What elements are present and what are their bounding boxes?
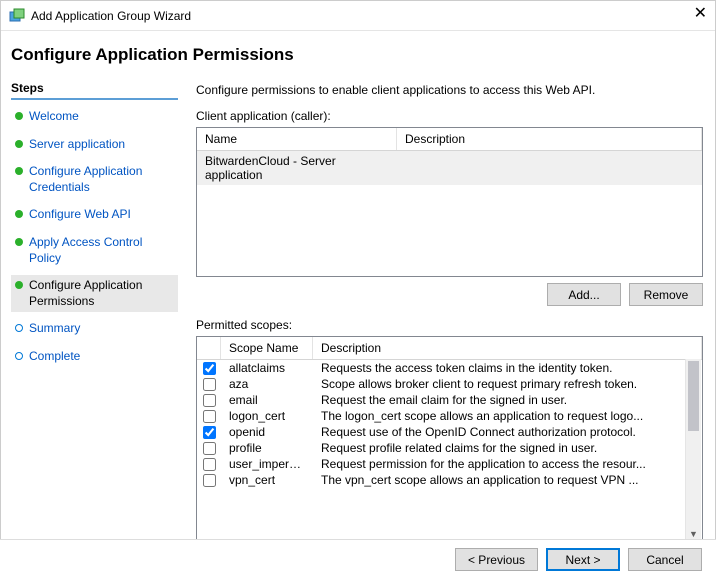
scope-row-checkbox-cell: [197, 457, 221, 472]
scope-name: openid: [221, 424, 313, 440]
scope-name: aza: [221, 376, 313, 392]
scope-description: Request permission for the application t…: [313, 456, 702, 472]
step-server-application[interactable]: Server application: [11, 134, 178, 156]
scope-checkbox[interactable]: [203, 474, 216, 487]
close-icon[interactable]: ✕: [694, 6, 707, 22]
steps-sidebar: Steps Welcome Server application Configure…: [1, 73, 186, 578]
client-header-name[interactable]: Name: [197, 128, 397, 150]
scope-description: The logon_cert scope allows an applicati…: [313, 408, 702, 424]
client-row-name: BitwardenCloud - Server application: [197, 151, 397, 185]
scope-name: logon_cert: [221, 408, 313, 424]
step-bullet-icon: [15, 140, 23, 148]
step-bullet-icon: [15, 238, 23, 246]
scope-checkbox[interactable]: [203, 442, 216, 455]
scope-row[interactable]: vpn_certThe vpn_cert scope allows an app…: [197, 472, 702, 488]
scope-row[interactable]: logon_certThe logon_cert scope allows an…: [197, 408, 702, 424]
step-summary[interactable]: Summary: [11, 318, 178, 340]
instruction-text: Configure permissions to enable client a…: [196, 83, 703, 97]
scope-header-check: [197, 337, 221, 359]
scope-list-header: Scope Name Description: [197, 337, 702, 360]
scope-row-checkbox-cell: [197, 393, 221, 408]
scope-row[interactable]: azaScope allows broker client to request…: [197, 376, 702, 392]
scope-name: user_imperso...: [221, 456, 313, 472]
step-bullet-icon: [15, 352, 23, 360]
scope-row-checkbox-cell: [197, 377, 221, 392]
scope-header-name[interactable]: Scope Name: [221, 337, 313, 359]
scope-row-checkbox-cell: [197, 473, 221, 488]
client-list-header: Name Description: [197, 128, 702, 151]
scope-checkbox[interactable]: [203, 426, 216, 439]
previous-button[interactable]: < Previous: [455, 548, 538, 571]
scope-row[interactable]: allatclaimsRequests the access token cla…: [197, 360, 702, 376]
scope-scrollbar[interactable]: ▲ ▼: [685, 359, 701, 539]
scroll-thumb[interactable]: [688, 361, 699, 431]
scope-description: Requests the access token claims in the …: [313, 360, 702, 376]
scope-row[interactable]: profileRequest profile related claims fo…: [197, 440, 702, 456]
scope-row[interactable]: user_imperso...Request permission for th…: [197, 456, 702, 472]
scroll-down-icon[interactable]: ▼: [689, 529, 698, 539]
scope-description: Request the email claim for the signed i…: [313, 392, 702, 408]
step-bullet-icon: [15, 324, 23, 332]
scope-checkbox[interactable]: [203, 410, 216, 423]
wizard-icon: [9, 8, 25, 24]
scope-row-checkbox-cell: [197, 361, 221, 376]
next-button[interactable]: Next >: [546, 548, 620, 571]
step-label: Welcome: [29, 109, 79, 125]
permitted-scopes-label: Permitted scopes:: [196, 318, 703, 332]
step-configure-application-permissions[interactable]: Configure Application Permissions: [11, 275, 178, 312]
step-label: Configure Application Credentials: [29, 164, 174, 195]
wizard-footer: < Previous Next > Cancel: [0, 539, 716, 581]
step-label: Configure Application Permissions: [29, 278, 174, 309]
scope-name: email: [221, 392, 313, 408]
scope-checkbox[interactable]: [203, 394, 216, 407]
scope-name: allatclaims: [221, 360, 313, 376]
client-application-list[interactable]: Name Description BitwardenCloud - Server…: [196, 127, 703, 277]
scope-description: The vpn_cert scope allows an application…: [313, 472, 702, 488]
step-bullet-icon: [15, 112, 23, 120]
scope-description: Request use of the OpenID Connect author…: [313, 424, 702, 440]
step-complete[interactable]: Complete: [11, 346, 178, 368]
scope-description: Request profile related claims for the s…: [313, 440, 702, 456]
remove-button[interactable]: Remove: [629, 283, 703, 306]
page-title: Configure Application Permissions: [1, 31, 715, 73]
cancel-button[interactable]: Cancel: [628, 548, 702, 571]
step-label: Apply Access Control Policy: [29, 235, 174, 266]
title-bar: Add Application Group Wizard ✕: [1, 1, 715, 31]
add-button[interactable]: Add...: [547, 283, 621, 306]
step-bullet-icon: [15, 281, 23, 289]
client-app-label: Client application (caller):: [196, 109, 703, 123]
client-application-row[interactable]: BitwardenCloud - Server application: [197, 151, 702, 185]
scope-checkbox[interactable]: [203, 362, 216, 375]
step-apply-access-control-policy[interactable]: Apply Access Control Policy: [11, 232, 178, 269]
step-bullet-icon: [15, 167, 23, 175]
steps-heading: Steps: [11, 79, 178, 100]
scope-checkbox[interactable]: [203, 378, 216, 391]
scope-row[interactable]: openidRequest use of the OpenID Connect …: [197, 424, 702, 440]
scope-row[interactable]: emailRequest the email claim for the sig…: [197, 392, 702, 408]
step-label: Configure Web API: [29, 207, 131, 223]
step-configure-application-credentials[interactable]: Configure Application Credentials: [11, 161, 178, 198]
scope-header-description[interactable]: Description: [313, 337, 702, 359]
step-label: Server application: [29, 137, 125, 153]
scope-checkbox[interactable]: [203, 458, 216, 471]
main-panel: Configure permissions to enable client a…: [186, 73, 715, 578]
client-header-description[interactable]: Description: [397, 128, 702, 150]
step-configure-web-api[interactable]: Configure Web API: [11, 204, 178, 226]
scope-name: profile: [221, 440, 313, 456]
client-row-description: [397, 151, 702, 185]
step-welcome[interactable]: Welcome: [11, 106, 178, 128]
window-title: Add Application Group Wizard: [31, 9, 191, 23]
step-bullet-icon: [15, 210, 23, 218]
scope-name: vpn_cert: [221, 472, 313, 488]
scope-row-checkbox-cell: [197, 425, 221, 440]
scope-description: Scope allows broker client to request pr…: [313, 376, 702, 392]
scope-row-checkbox-cell: [197, 441, 221, 456]
step-label: Summary: [29, 321, 80, 337]
step-label: Complete: [29, 349, 80, 365]
permitted-scopes-list[interactable]: Scope Name Description allatclaimsReques…: [196, 336, 703, 541]
scope-row-checkbox-cell: [197, 409, 221, 424]
